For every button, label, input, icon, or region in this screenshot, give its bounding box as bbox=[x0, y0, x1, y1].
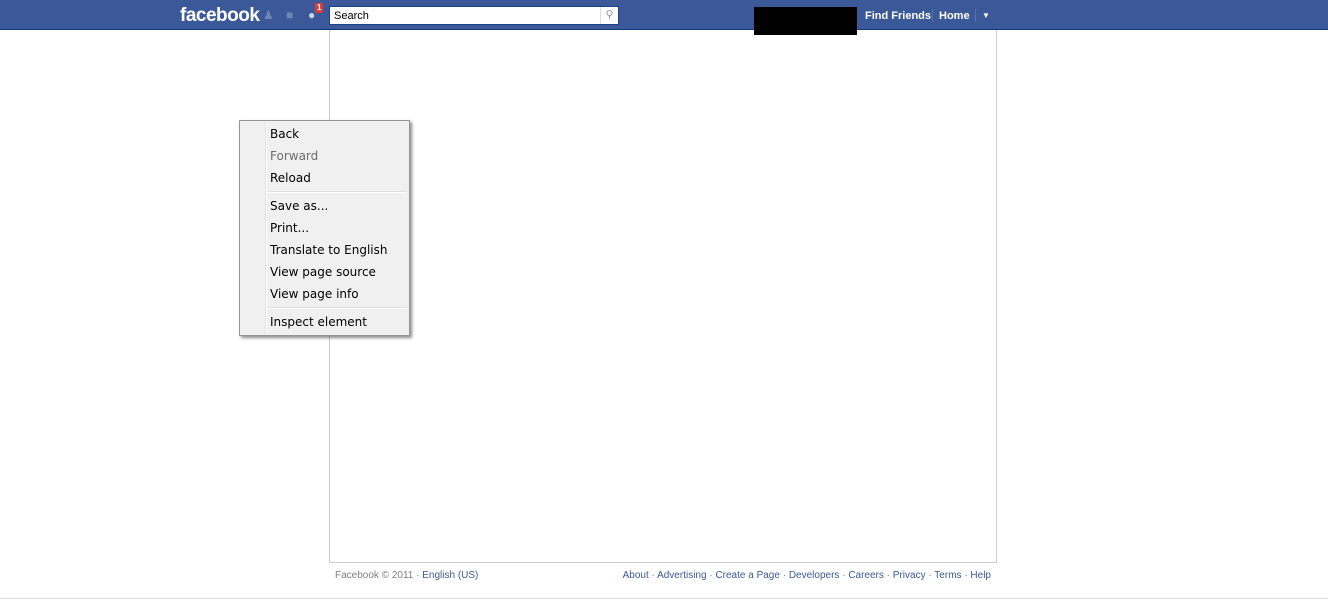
menu-item-reload[interactable]: Reload bbox=[240, 167, 409, 189]
menu-item-back[interactable]: Back bbox=[240, 123, 409, 145]
menu-item-save-as[interactable]: Save as... bbox=[240, 195, 409, 217]
language-link[interactable]: English (US) bbox=[422, 570, 478, 581]
home-link[interactable]: Home bbox=[939, 10, 970, 22]
menu-item-forward: Forward bbox=[270, 149, 319, 163]
footer-link-advertising[interactable]: Advertising bbox=[657, 570, 706, 581]
search-icon[interactable]: ⚲ bbox=[600, 7, 618, 24]
footer-link-create-page[interactable]: Create a Page bbox=[715, 570, 780, 581]
search-box: ⚲ bbox=[329, 6, 619, 25]
bottom-divider bbox=[0, 598, 1328, 599]
footer-link-help[interactable]: Help bbox=[970, 570, 991, 581]
notifications-badge: 1 bbox=[315, 3, 324, 13]
menu-item-inspect[interactable]: Inspect element bbox=[240, 311, 409, 333]
top-bar: facebook ♟ ■ ● 1 ⚲ Find Friends Home ▼ bbox=[0, 0, 1328, 35]
nav-divider bbox=[975, 9, 976, 22]
find-friends-link[interactable]: Find Friends bbox=[865, 10, 931, 22]
menu-item-view-source[interactable]: View page source bbox=[240, 261, 409, 283]
context-menu: Back Forward Reload Save as... Print... … bbox=[239, 120, 410, 336]
footer: Facebook © 2011 · English (US) About · A… bbox=[335, 570, 991, 581]
copyright: Facebook © 2011 bbox=[335, 570, 414, 581]
menu-item-print[interactable]: Print... bbox=[240, 217, 409, 239]
content-area bbox=[329, 30, 997, 563]
footer-links: About · Advertising · Create a Page · De… bbox=[622, 570, 991, 581]
search-input[interactable] bbox=[330, 7, 598, 24]
footer-link-developers[interactable]: Developers bbox=[789, 570, 840, 581]
menu-item-view-info[interactable]: View page info bbox=[240, 283, 409, 305]
account-dropdown-icon[interactable]: ▼ bbox=[982, 11, 990, 20]
footer-link-terms[interactable]: Terms bbox=[934, 570, 961, 581]
messages-icon[interactable]: ■ bbox=[286, 9, 299, 21]
footer-link-careers[interactable]: Careers bbox=[848, 570, 884, 581]
footer-link-about[interactable]: About bbox=[623, 570, 649, 581]
footer-link-privacy[interactable]: Privacy bbox=[893, 570, 926, 581]
facebook-logo[interactable]: facebook bbox=[180, 5, 260, 27]
friend-requests-icon[interactable]: ♟ bbox=[263, 9, 276, 21]
menu-item-translate[interactable]: Translate to English bbox=[240, 239, 409, 261]
nav-divider bbox=[932, 9, 933, 22]
